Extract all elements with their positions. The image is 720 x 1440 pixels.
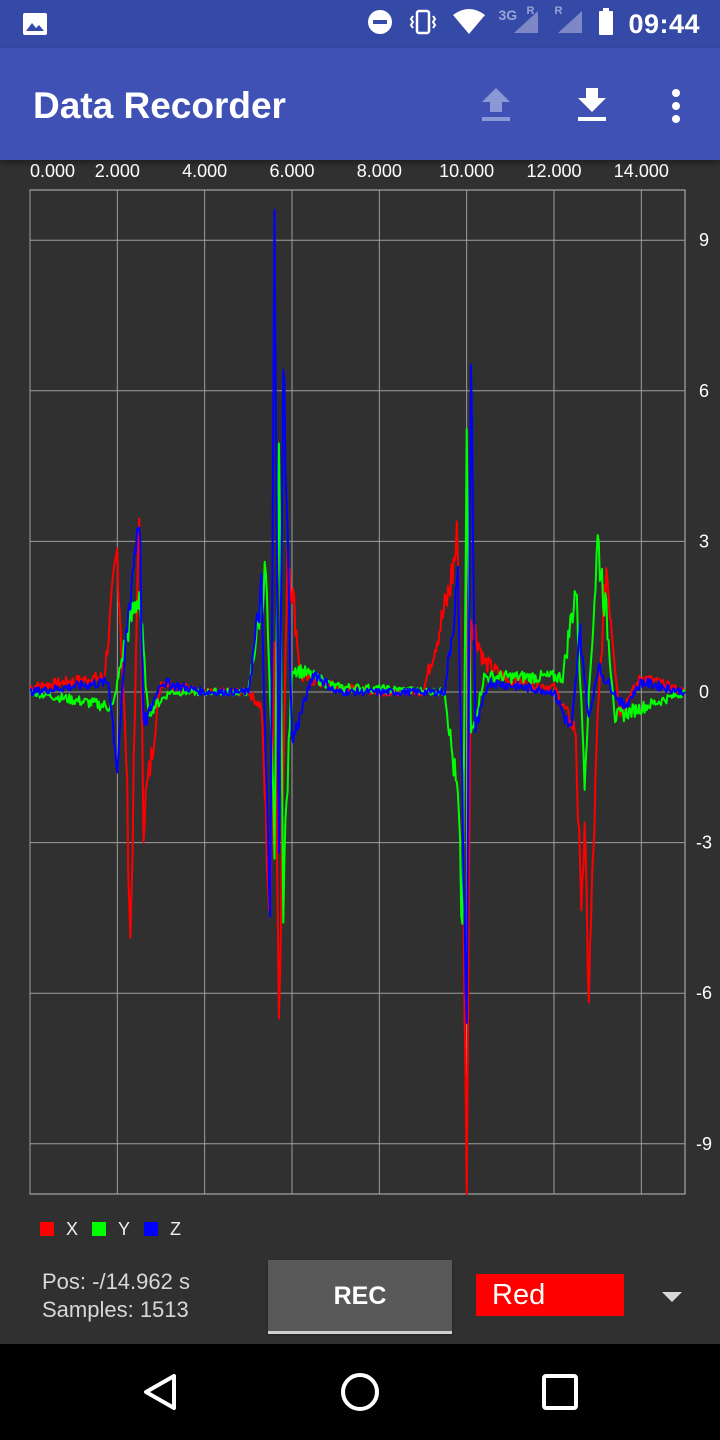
y-tick-label: -6 — [696, 983, 712, 1003]
back-icon — [144, 1374, 176, 1410]
x-tick-label: 0.000 — [30, 161, 75, 181]
download-button[interactable] — [568, 82, 616, 130]
color-select-value: Red — [492, 1278, 546, 1311]
y-tick-label: 3 — [699, 531, 709, 551]
wifi-icon — [452, 8, 486, 40]
legend-swatch-x — [40, 1222, 54, 1236]
y-tick-label: -9 — [696, 1134, 712, 1154]
sensor-chart[interactable]: 0.000 2.000 4.000 6.000 8.000 10.000 12.000 14.… — [0, 160, 720, 1210]
y-tick-label: 9 — [699, 230, 709, 250]
dropdown-arrow-icon[interactable] — [662, 1292, 682, 1302]
recents-icon — [542, 1374, 578, 1410]
back-button[interactable] — [136, 1368, 184, 1416]
legend-label-z: Z — [170, 1218, 182, 1239]
x-tick-label: 6.000 — [269, 161, 314, 181]
legend-swatch-y — [92, 1222, 107, 1236]
app-bar: Data Recorder — [0, 48, 720, 160]
navigation-bar — [0, 1344, 720, 1440]
x-tick-label: 10.000 — [439, 161, 494, 181]
overflow-menu-button[interactable] — [652, 82, 700, 130]
upload-button[interactable] — [472, 82, 520, 130]
image-icon — [22, 12, 48, 41]
recording-info: Pos: -/14.962 s Samples: 1513 — [42, 1268, 190, 1324]
x-tick-label: 2.000 — [95, 161, 140, 181]
legend-label-x: X — [66, 1218, 79, 1239]
rec-button[interactable]: REC — [268, 1260, 452, 1334]
home-icon — [341, 1373, 379, 1411]
status-time: 09:44 — [628, 8, 700, 39]
vibrate-icon — [408, 8, 438, 41]
download-icon — [578, 88, 606, 121]
x-tick-label: 4.000 — [182, 161, 227, 181]
recents-button[interactable] — [536, 1368, 584, 1416]
overflow-menu-icon — [672, 89, 680, 123]
chart-legend: X Y Z — [40, 1218, 195, 1239]
samples-text: Samples: 1513 — [42, 1297, 189, 1322]
y-tick-label: 6 — [699, 381, 709, 401]
position-text: Pos: -/14.962 s — [42, 1269, 190, 1294]
legend-label-y: Y — [118, 1218, 131, 1239]
status-bar: 3G R R 09:44 — [0, 0, 720, 48]
x-tick-label: 12.000 — [526, 161, 581, 181]
do-not-disturb-icon — [366, 8, 394, 41]
app-title: Data Recorder — [33, 85, 286, 126]
y-tick-label: -3 — [696, 833, 712, 853]
battery-icon — [598, 7, 614, 41]
legend-swatch-z — [144, 1222, 159, 1236]
x-tick-label: 14.000 — [614, 161, 669, 181]
signal-icon: R — [554, 5, 584, 40]
chart-svg: 0.000 2.000 4.000 6.000 8.000 10.000 12.000 14.… — [29, 161, 712, 1195]
home-button[interactable] — [336, 1368, 384, 1416]
upload-icon — [482, 88, 510, 121]
x-tick-label: 8.000 — [357, 161, 402, 181]
y-tick-label: 0 — [699, 682, 709, 702]
signal-icon: 3G R — [498, 5, 540, 40]
color-select[interactable]: Red — [476, 1274, 624, 1316]
